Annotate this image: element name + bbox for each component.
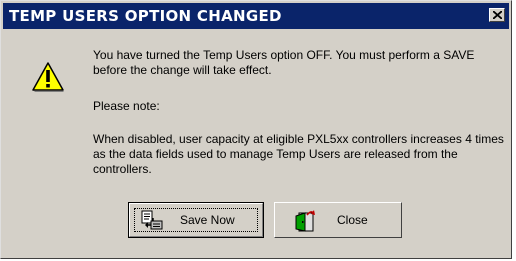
message-turned-off: You have turned the Temp Users option OF… [93,48,475,77]
save-now-label: Save Now [180,213,235,227]
title-bar[interactable]: TEMP USERS OPTION CHANGED [3,3,509,29]
close-icon [493,11,502,19]
dialog-title: TEMP USERS OPTION CHANGED [9,7,282,25]
warning-icon [32,62,64,92]
title-close-button[interactable] [489,8,505,22]
message-please-note: Please note: [93,99,160,113]
message-capacity: When disabled, user capacity at eligible… [93,132,504,176]
temp-users-dialog: TEMP USERS OPTION CHANGED You have turne… [0,0,512,259]
save-document-icon [141,210,163,230]
save-now-button[interactable]: Save Now [128,202,264,238]
close-button[interactable]: Close [274,202,402,238]
exit-door-icon [295,210,315,232]
close-label: Close [337,213,368,227]
